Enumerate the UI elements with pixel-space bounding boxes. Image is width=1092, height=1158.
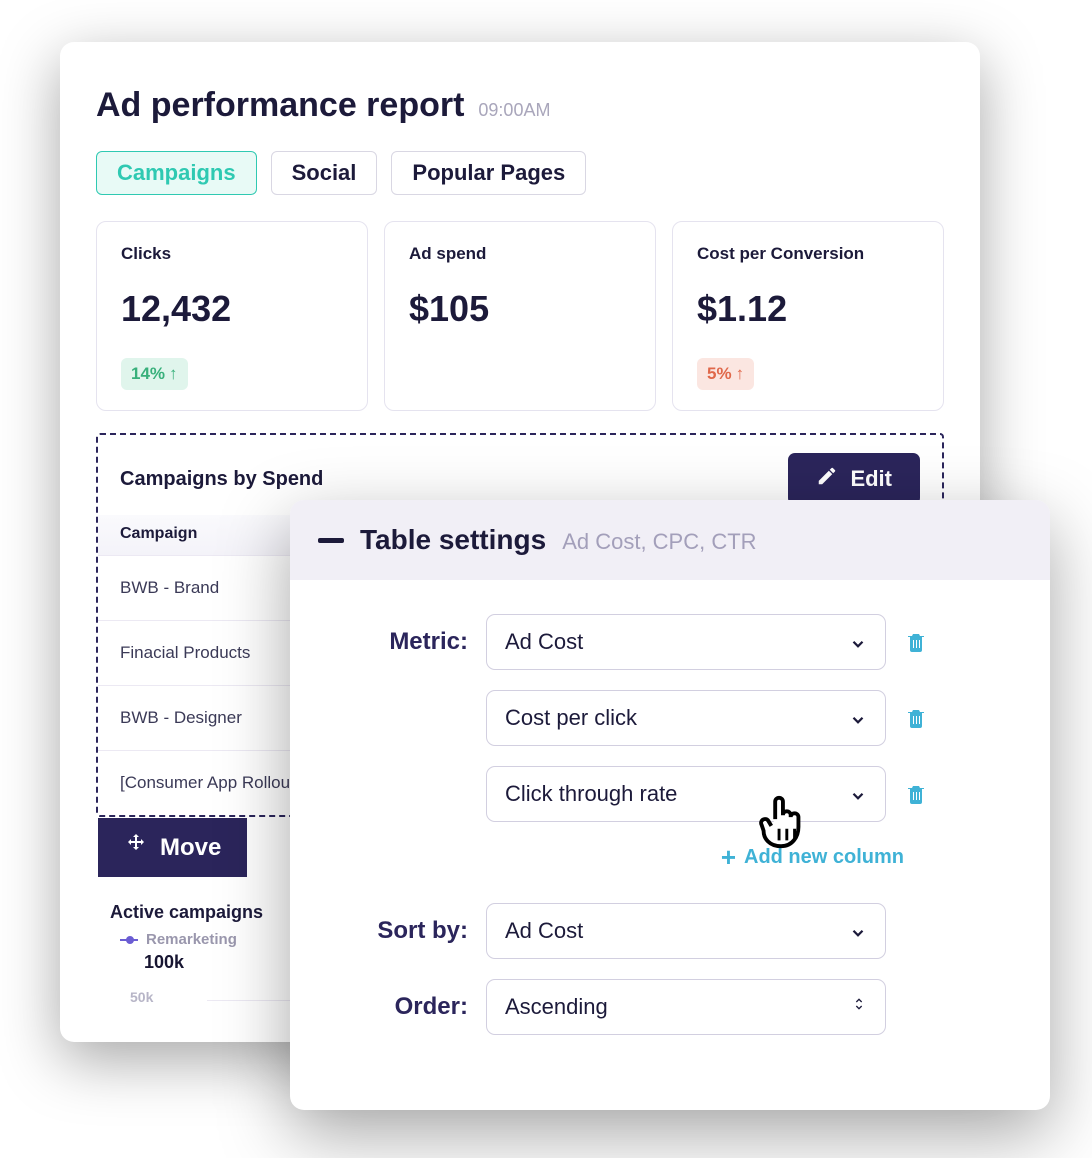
delta-value: 14%	[131, 364, 165, 384]
legend-label: Remarketing	[146, 931, 237, 948]
kpi-delta-down: 5%	[697, 358, 754, 390]
pencil-icon	[816, 465, 838, 493]
kpi-clicks: Clicks 12,432 14%	[96, 221, 368, 411]
select-value: Click through rate	[505, 781, 677, 807]
arrow-up-icon	[736, 364, 745, 384]
sort-row: Sort by: Ad Cost	[318, 903, 1022, 959]
kpi-delta-up: 14%	[121, 358, 188, 390]
metric-select-2[interactable]: Cost per click	[486, 690, 886, 746]
delta-value: 5%	[707, 364, 732, 384]
settings-header: Table settings Ad Cost, CPC, CTR	[290, 500, 1050, 580]
order-select[interactable]: Ascending	[486, 979, 886, 1035]
y-tick: 50k	[130, 989, 153, 1005]
trash-icon[interactable]	[904, 705, 928, 731]
gridline	[207, 1000, 300, 1001]
legend: Remarketing	[120, 931, 300, 948]
select-value: Ad Cost	[505, 918, 583, 944]
chevron-down-icon	[849, 709, 867, 727]
kpi-label: Clicks	[121, 244, 343, 264]
sort-select[interactable]: Ad Cost	[486, 903, 886, 959]
add-column-link[interactable]: + Add new column	[721, 842, 904, 873]
metric-select-3[interactable]: Click through rate	[486, 766, 886, 822]
report-time: 09:00AM	[478, 100, 550, 121]
table-title: Campaigns by Spend	[120, 468, 323, 491]
tab-campaigns[interactable]: Campaigns	[96, 151, 257, 195]
kpi-value: $1.12	[697, 288, 919, 330]
page-title: Ad performance report	[96, 86, 464, 125]
sort-updown-icon	[851, 994, 867, 1020]
select-value: Ad Cost	[505, 629, 583, 655]
chart-value: 100k	[144, 952, 300, 973]
trash-icon[interactable]	[904, 781, 928, 807]
edit-label: Edit	[850, 466, 892, 492]
table-settings-panel: Table settings Ad Cost, CPC, CTR Metric:…	[290, 500, 1050, 1110]
tab-popular-pages[interactable]: Popular Pages	[391, 151, 586, 195]
plus-icon: +	[721, 842, 736, 873]
metric-label: Metric:	[318, 628, 468, 656]
edit-button[interactable]: Edit	[788, 453, 920, 505]
kpi-ad-spend: Ad spend $105	[384, 221, 656, 411]
select-value: Ascending	[505, 994, 608, 1020]
metric-row-2: Cost per click	[318, 690, 1022, 746]
add-column-label: Add new column	[744, 846, 904, 869]
kpi-row: Clicks 12,432 14% Ad spend $105 Cost per…	[96, 221, 944, 411]
settings-title: Table settings	[360, 524, 546, 556]
metric-row-3: Click through rate	[318, 766, 1022, 822]
kpi-value: 12,432	[121, 288, 343, 330]
add-column-row: + Add new column	[318, 842, 904, 873]
kpi-value: $105	[409, 288, 631, 330]
order-label: Order:	[318, 993, 468, 1021]
settings-subtitle: Ad Cost, CPC, CTR	[562, 529, 756, 555]
chevron-down-icon	[849, 922, 867, 940]
tabs: Campaigns Social Popular Pages	[96, 151, 944, 195]
kpi-label: Ad spend	[409, 244, 631, 264]
chevron-down-icon	[849, 633, 867, 651]
title-row: Ad performance report 09:00AM	[96, 86, 944, 125]
tab-social[interactable]: Social	[271, 151, 378, 195]
sort-label: Sort by:	[318, 917, 468, 945]
metric-row-1: Metric: Ad Cost	[318, 614, 1022, 670]
kpi-label: Cost per Conversion	[697, 244, 919, 264]
legend-marker-icon	[120, 939, 138, 941]
active-campaigns-chart: Active campaigns Remarketing 100k 50k	[110, 828, 300, 1005]
metric-select-1[interactable]: Ad Cost	[486, 614, 886, 670]
select-value: Cost per click	[505, 705, 637, 731]
settings-body: Metric: Ad Cost Cost per click Click thr…	[290, 580, 1050, 1065]
chevron-down-icon	[849, 785, 867, 803]
arrow-up-icon	[169, 364, 178, 384]
drag-handle-icon[interactable]	[318, 538, 344, 543]
kpi-cost-per-conversion: Cost per Conversion $1.12 5%	[672, 221, 944, 411]
trash-icon[interactable]	[904, 629, 928, 655]
order-row: Order: Ascending	[318, 979, 1022, 1035]
chart-title: Active campaigns	[110, 902, 300, 923]
